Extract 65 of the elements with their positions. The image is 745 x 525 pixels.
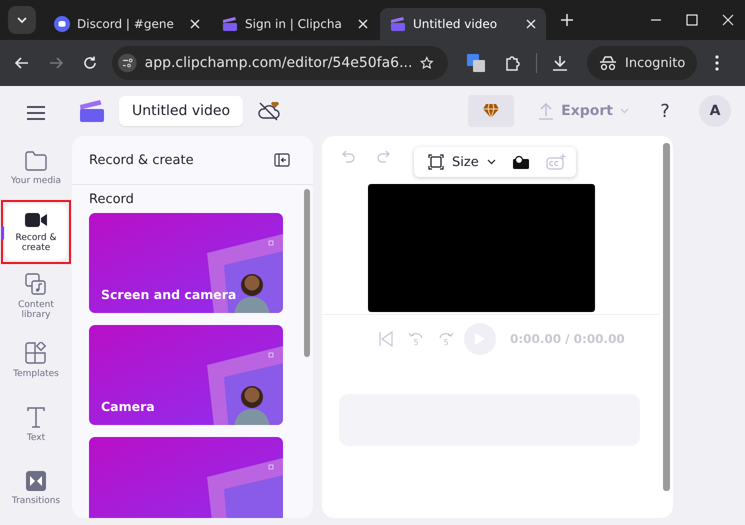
background-fill-icon[interactable] xyxy=(512,154,530,170)
templates-icon xyxy=(25,342,47,364)
nav-item[interactable]: Your media xyxy=(5,140,67,196)
close-icon[interactable] xyxy=(358,19,368,29)
nav-item[interactable]: Content library xyxy=(5,268,67,324)
maximize-icon[interactable] xyxy=(686,14,698,26)
scrollbar-thumb[interactable] xyxy=(662,143,670,491)
scrollbar-thumb[interactable] xyxy=(304,189,310,357)
caret-icon xyxy=(620,108,629,114)
card-title: Screen and camera xyxy=(101,287,236,302)
text-icon xyxy=(26,406,46,428)
rewind-icon xyxy=(408,332,424,338)
address-bar[interactable]: app.clipchamp.com/editor/54e50fa6... xyxy=(112,46,448,80)
tab-list-button[interactable] xyxy=(8,6,36,34)
url-text: app.clipchamp.com/editor/54e50fa6... xyxy=(144,55,412,71)
close-icon[interactable] xyxy=(722,14,734,26)
close-icon[interactable] xyxy=(526,19,536,29)
back-icon[interactable] xyxy=(14,55,30,71)
more-icon[interactable] xyxy=(715,55,720,71)
resize-icon xyxy=(428,154,444,170)
forward-icon xyxy=(438,332,454,338)
tab-title: Discord | #gene xyxy=(77,17,175,31)
download-icon[interactable] xyxy=(551,54,569,72)
project-title-field[interactable]: Untitled video xyxy=(119,96,244,126)
clapperboard-icon xyxy=(390,16,406,32)
library-icon xyxy=(25,272,47,294)
incognito-icon xyxy=(599,55,617,71)
browser-tab[interactable]: Discord | #gene xyxy=(44,8,210,40)
tab-title: Untitled video xyxy=(413,17,498,31)
caret-icon xyxy=(486,159,496,165)
nav-item[interactable]: Text xyxy=(5,396,67,452)
premium-button[interactable] xyxy=(468,95,514,127)
translate-icon[interactable] xyxy=(466,53,486,73)
puzzle-icon[interactable] xyxy=(504,54,522,72)
tab-title: Sign in | Clipcha xyxy=(245,17,343,31)
site-settings-icon[interactable] xyxy=(118,52,137,74)
nav-item[interactable]: Transitions xyxy=(5,460,67,516)
cloud-off-icon[interactable] xyxy=(257,100,282,122)
diamond-icon xyxy=(482,103,500,119)
discord-icon xyxy=(54,16,70,32)
menu-icon[interactable] xyxy=(27,106,45,120)
upload-icon xyxy=(538,102,554,120)
forward-icon[interactable] xyxy=(48,55,64,71)
star-icon[interactable] xyxy=(420,55,434,71)
panel-title: Record & create xyxy=(89,152,194,168)
section-heading: Record xyxy=(89,192,135,207)
help-button[interactable]: ? xyxy=(653,100,677,122)
clapperboard-icon xyxy=(79,99,105,123)
collapse-panel-icon[interactable] xyxy=(274,153,290,167)
incognito-badge[interactable]: Incognito xyxy=(587,46,698,80)
browser-tab[interactable]: Sign in | Clipcha xyxy=(212,8,378,40)
clapperboard-icon xyxy=(222,16,238,32)
browser-tab[interactable]: Untitled video xyxy=(380,8,546,40)
reload-icon[interactable] xyxy=(82,55,98,71)
incognito-label: Incognito xyxy=(625,56,686,70)
avatar-button[interactable]: A xyxy=(699,95,731,127)
card-title: Camera xyxy=(101,399,155,414)
skip-to-start-icon[interactable] xyxy=(378,331,394,347)
close-icon[interactable] xyxy=(190,19,200,29)
transitions-icon xyxy=(26,470,46,490)
video-camera-icon xyxy=(25,212,47,228)
size-button[interactable]: Size xyxy=(428,154,496,170)
new-tab-icon[interactable] xyxy=(560,13,574,27)
nav-item[interactable]: Templates xyxy=(5,332,67,388)
folder-icon xyxy=(25,150,47,170)
